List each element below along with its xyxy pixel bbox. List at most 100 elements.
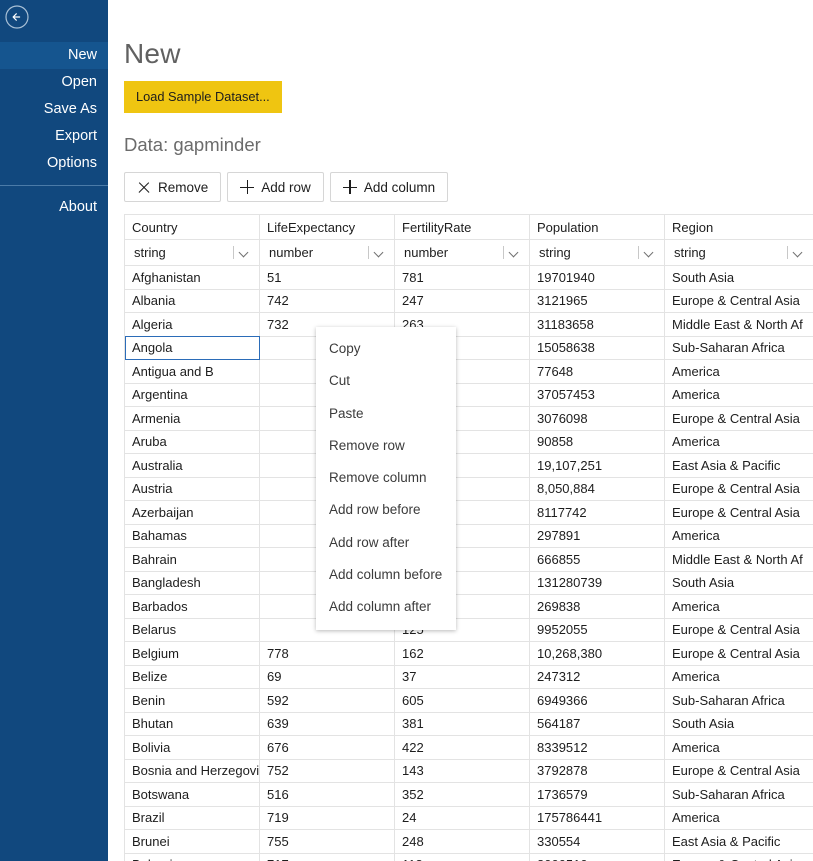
- cell-lifeexpectancy[interactable]: 752: [259, 758, 395, 783]
- cell-country[interactable]: Brazil: [124, 805, 260, 830]
- cell-fertilityrate[interactable]: 247: [394, 288, 530, 313]
- cell-region[interactable]: Europe & Central Asia: [664, 406, 813, 431]
- cell-fertilityrate[interactable]: 422: [394, 735, 530, 760]
- cell-region[interactable]: South Asia: [664, 711, 813, 736]
- context-menu-item-remove-row[interactable]: Remove row: [316, 430, 456, 462]
- cell-fertilityrate[interactable]: 248: [394, 829, 530, 854]
- column-header-lifeexpectancy[interactable]: LifeExpectancy: [259, 214, 395, 240]
- cell-population[interactable]: 666855: [529, 547, 665, 572]
- context-menu-item-add-column-before[interactable]: Add column before: [316, 559, 456, 591]
- cell-country[interactable]: Afghanistan: [124, 265, 260, 290]
- cell-country[interactable]: Bahamas: [124, 523, 260, 548]
- cell-lifeexpectancy[interactable]: 717: [259, 852, 395, 861]
- cell-population[interactable]: 297891: [529, 523, 665, 548]
- cell-region[interactable]: Sub-Saharan Africa: [664, 688, 813, 713]
- cell-region[interactable]: East Asia & Pacific: [664, 453, 813, 478]
- cell-fertilityrate[interactable]: 605: [394, 688, 530, 713]
- context-menu-item-paste[interactable]: Paste: [316, 398, 456, 430]
- cell-region[interactable]: Europe & Central Asia: [664, 641, 813, 666]
- type-select-region[interactable]: string: [667, 241, 811, 264]
- cell-country[interactable]: Albania: [124, 288, 260, 313]
- cell-population[interactable]: 8339512: [529, 735, 665, 760]
- cell-fertilityrate[interactable]: 143: [394, 758, 530, 783]
- load-sample-dataset-button[interactable]: Load Sample Dataset...: [124, 81, 282, 113]
- cell-population[interactable]: 8,050,884: [529, 476, 665, 501]
- column-type-cell-lifeexpectancy[interactable]: number: [259, 239, 395, 266]
- cell-population[interactable]: 1736579: [529, 782, 665, 807]
- cell-region[interactable]: America: [664, 735, 813, 760]
- cell-region[interactable]: Europe & Central Asia: [664, 476, 813, 501]
- column-type-cell-country[interactable]: string: [124, 239, 260, 266]
- cell-country[interactable]: Austria: [124, 476, 260, 501]
- cell-country[interactable]: Belize: [124, 664, 260, 689]
- cell-region[interactable]: South Asia: [664, 570, 813, 595]
- cell-population[interactable]: 31183658: [529, 312, 665, 337]
- cell-region[interactable]: East Asia & Pacific: [664, 829, 813, 854]
- cell-region[interactable]: America: [664, 359, 813, 384]
- cell-country[interactable]: Australia: [124, 453, 260, 478]
- cell-population[interactable]: 19,107,251: [529, 453, 665, 478]
- cell-region[interactable]: Europe & Central Asia: [664, 852, 813, 861]
- cell-population[interactable]: 3792878: [529, 758, 665, 783]
- cell-country[interactable]: Bosnia and Herzegovin: [124, 758, 260, 783]
- sidebar-item-new[interactable]: New: [0, 42, 108, 69]
- cell-country[interactable]: Barbados: [124, 594, 260, 619]
- cell-country[interactable]: Aruba: [124, 429, 260, 454]
- cell-country[interactable]: Benin: [124, 688, 260, 713]
- context-menu-item-remove-column[interactable]: Remove column: [316, 462, 456, 494]
- cell-lifeexpectancy[interactable]: 69: [259, 664, 395, 689]
- cell-region[interactable]: Middle East & North Af: [664, 312, 813, 337]
- cell-population[interactable]: 37057453: [529, 382, 665, 407]
- cell-lifeexpectancy[interactable]: 516: [259, 782, 395, 807]
- cell-region[interactable]: America: [664, 523, 813, 548]
- column-header-population[interactable]: Population: [529, 214, 665, 240]
- cell-population[interactable]: 9952055: [529, 617, 665, 642]
- cell-region[interactable]: Sub-Saharan Africa: [664, 335, 813, 360]
- data-grid[interactable]: Country LifeExpectancy FertilityRate Pop…: [124, 214, 813, 861]
- column-header-country[interactable]: Country: [124, 214, 260, 240]
- cell-country[interactable]: Bolivia: [124, 735, 260, 760]
- cell-population[interactable]: 330554: [529, 829, 665, 854]
- cell-region[interactable]: America: [664, 805, 813, 830]
- cell-population[interactable]: 3121965: [529, 288, 665, 313]
- cell-population[interactable]: 10,268,380: [529, 641, 665, 666]
- remove-button[interactable]: Remove: [124, 172, 222, 202]
- cell-population[interactable]: 247312: [529, 664, 665, 689]
- cell-population[interactable]: 90858: [529, 429, 665, 454]
- add-column-button[interactable]: Add column: [329, 172, 449, 202]
- cell-population[interactable]: 564187: [529, 711, 665, 736]
- cell-country[interactable]: Algeria: [124, 312, 260, 337]
- cell-population[interactable]: 8000510: [529, 852, 665, 861]
- cell-lifeexpectancy[interactable]: 778: [259, 641, 395, 666]
- column-type-cell-region[interactable]: string: [664, 239, 813, 266]
- cell-lifeexpectancy[interactable]: 676: [259, 735, 395, 760]
- cell-lifeexpectancy[interactable]: 51: [259, 265, 395, 290]
- back-button[interactable]: [2, 2, 32, 32]
- cell-fertilityrate[interactable]: 118: [394, 852, 530, 861]
- cell-population[interactable]: 3076098: [529, 406, 665, 431]
- cell-region[interactable]: America: [664, 664, 813, 689]
- cell-lifeexpectancy[interactable]: 742: [259, 288, 395, 313]
- column-type-cell-fertilityrate[interactable]: number: [394, 239, 530, 266]
- cell-population[interactable]: 131280739: [529, 570, 665, 595]
- cell-region[interactable]: Europe & Central Asia: [664, 617, 813, 642]
- cell-lifeexpectancy[interactable]: 719: [259, 805, 395, 830]
- cell-population[interactable]: 269838: [529, 594, 665, 619]
- cell-region[interactable]: South Asia: [664, 265, 813, 290]
- cell-lifeexpectancy[interactable]: 639: [259, 711, 395, 736]
- cell-region[interactable]: America: [664, 594, 813, 619]
- sidebar-item-options[interactable]: Options: [0, 150, 108, 177]
- cell-region[interactable]: Middle East & North Af: [664, 547, 813, 572]
- context-menu-item-cut[interactable]: Cut: [316, 365, 456, 397]
- cell-region[interactable]: Sub-Saharan Africa: [664, 782, 813, 807]
- cell-country[interactable]: Botswana: [124, 782, 260, 807]
- context-menu-item-add-row-before[interactable]: Add row before: [316, 494, 456, 526]
- sidebar-item-about[interactable]: About: [0, 194, 108, 221]
- cell-population[interactable]: 6949366: [529, 688, 665, 713]
- sidebar-item-export[interactable]: Export: [0, 123, 108, 150]
- cell-region[interactable]: Europe & Central Asia: [664, 500, 813, 525]
- sidebar-item-save-as[interactable]: Save As: [0, 96, 108, 123]
- cell-country[interactable]: Bulgaria: [124, 852, 260, 861]
- cell-fertilityrate[interactable]: 24: [394, 805, 530, 830]
- column-type-cell-population[interactable]: string: [529, 239, 665, 266]
